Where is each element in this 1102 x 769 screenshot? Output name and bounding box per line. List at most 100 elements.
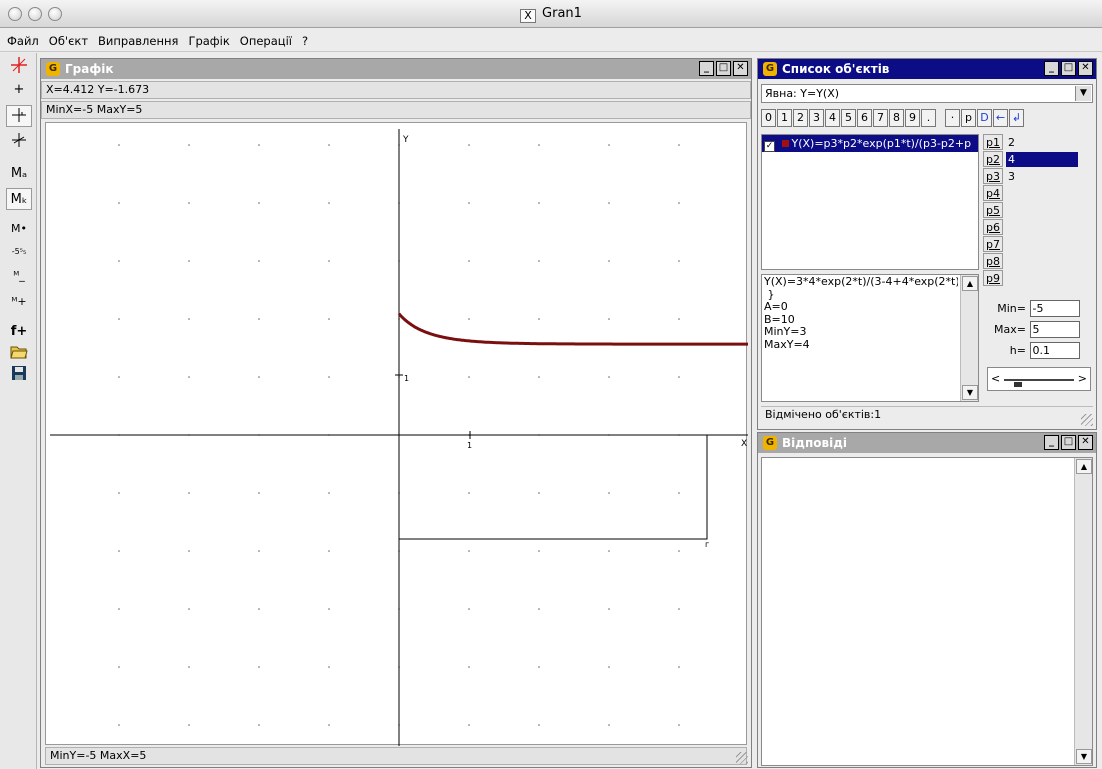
function-details[interactable]: Y(X)=3*4*exp(2*t)/(3-4+4*exp(2*t) } A=0 B=… — [761, 274, 979, 402]
axis-point-tool[interactable] — [6, 105, 32, 127]
chevron-down-icon[interactable]: ▼ — [1075, 86, 1091, 101]
slider-thumb[interactable] — [1014, 382, 1022, 387]
param-button-p9[interactable]: p9 — [983, 270, 1003, 286]
param-button-p7[interactable]: p7 — [983, 236, 1003, 252]
param-row-p2[interactable]: p2 4 — [983, 151, 1093, 168]
grid-dot — [608, 376, 610, 378]
open-file-button[interactable] — [6, 343, 32, 365]
save-file-button[interactable] — [6, 365, 32, 387]
key-dot[interactable]: . — [921, 109, 936, 127]
grid-dot — [678, 376, 680, 378]
param-button-p3[interactable]: p3 — [983, 168, 1003, 184]
key-8[interactable]: 8 — [889, 109, 904, 127]
crosshair-tool[interactable]: + — [6, 79, 32, 101]
draw-axes-tool[interactable] — [6, 55, 32, 77]
key-6[interactable]: 6 — [857, 109, 872, 127]
param-value-p1[interactable]: 2 — [1006, 135, 1017, 150]
key-2[interactable]: 2 — [793, 109, 808, 127]
param-row-p6[interactable]: p6 — [983, 219, 1093, 236]
mark-k-tool[interactable]: Mₖ — [6, 188, 32, 210]
details-scrollbar[interactable]: ▲ ▼ — [960, 275, 978, 401]
resize-grip[interactable] — [1081, 414, 1093, 426]
scroll-down-icon[interactable]: ▼ — [1076, 749, 1092, 764]
details-line: MaxY=4 — [764, 337, 810, 351]
menu-edit[interactable]: Виправлення — [93, 30, 183, 52]
function-plot[interactable]: X Y 1 1 г — [46, 123, 749, 746]
menu-help[interactable]: ? — [297, 30, 313, 52]
menu-file[interactable]: Файл — [2, 30, 44, 52]
key-p[interactable]: p — [961, 109, 976, 127]
menu-operations[interactable]: Операції — [235, 30, 297, 52]
slider-left-icon[interactable]: < — [991, 372, 1000, 385]
grid-dot — [678, 492, 680, 494]
key-7[interactable]: 7 — [873, 109, 888, 127]
menu-object[interactable]: Об'єкт — [44, 30, 93, 52]
max-input[interactable] — [1029, 321, 1080, 338]
param-row-p4[interactable]: p4 — [983, 185, 1093, 202]
mark-a-tool[interactable]: Mₐ — [6, 163, 32, 185]
maximize-icon[interactable]: □ — [1061, 435, 1076, 450]
enter-key[interactable]: ↲ — [1009, 109, 1024, 127]
grid-dot — [468, 550, 470, 552]
grid-dot — [188, 492, 190, 494]
scroll-up-icon[interactable]: ▲ — [962, 276, 978, 291]
param-value-p2[interactable]: 4 — [1006, 152, 1078, 167]
mark-minus-tool[interactable]: ᴹ_ — [6, 265, 32, 287]
param-row-p1[interactable]: p1 2 — [983, 134, 1093, 151]
grid-dot — [118, 318, 120, 320]
answers-scrollbar[interactable]: ▲ ▼ — [1074, 458, 1092, 765]
checkbox-checked-icon[interactable]: ✓ — [764, 141, 775, 152]
resize-grip[interactable] — [736, 752, 748, 764]
minimize-icon[interactable]: _ — [1044, 61, 1059, 76]
close-icon[interactable]: ✕ — [1078, 435, 1093, 450]
maximize-icon[interactable]: □ — [716, 61, 731, 76]
min-input[interactable] — [1029, 300, 1080, 317]
graph-canvas[interactable]: X Y 1 1 г — [45, 122, 749, 746]
function-list[interactable]: ✓ Y(X)=p3*p2*exp(p1*t)/(p3-p2+p — [761, 134, 979, 270]
param-button-p8[interactable]: p8 — [983, 253, 1003, 269]
param-button-p6[interactable]: p6 — [983, 219, 1003, 235]
key-derivative[interactable]: D — [977, 109, 992, 127]
param-row-p5[interactable]: p5 — [983, 202, 1093, 219]
scroll-up-icon[interactable]: ▲ — [1076, 459, 1092, 474]
param-button-p4[interactable]: p4 — [983, 185, 1003, 201]
answers-text-area[interactable]: ▲ ▼ — [761, 457, 1093, 766]
key-9[interactable]: 9 — [905, 109, 920, 127]
close-icon[interactable]: ✕ — [1078, 61, 1093, 76]
param-row-p7[interactable]: p7 — [983, 236, 1093, 253]
step-input[interactable] — [1029, 342, 1080, 359]
slanted-cross-tool[interactable] — [6, 131, 32, 153]
mark-point-tool[interactable]: M• — [6, 218, 32, 240]
param-button-p2[interactable]: p2 — [983, 151, 1003, 167]
scale-tool[interactable]: -5⁵₅ — [6, 241, 32, 263]
step-slider[interactable]: < > — [987, 367, 1091, 391]
param-row-p9[interactable]: p9 — [983, 270, 1093, 287]
key-multiply[interactable]: · — [945, 109, 960, 127]
param-row-p3[interactable]: p3 3 — [983, 168, 1093, 185]
minimize-icon[interactable]: _ — [699, 61, 714, 76]
scroll-down-icon[interactable]: ▼ — [962, 385, 978, 400]
key-0[interactable]: 0 — [761, 109, 776, 127]
grid-dot — [328, 202, 330, 204]
key-3[interactable]: 3 — [809, 109, 824, 127]
param-row-p8[interactable]: p8 — [983, 253, 1093, 270]
mark-plus-tool[interactable]: ᴹ+ — [6, 291, 32, 313]
key-1[interactable]: 1 — [777, 109, 792, 127]
grid-dot — [188, 550, 190, 552]
grid-dot — [678, 318, 680, 320]
list-item[interactable]: ✓ Y(X)=p3*p2*exp(p1*t)/(p3-p2+p — [762, 135, 978, 152]
param-button-p1[interactable]: p1 — [983, 134, 1003, 150]
key-5[interactable]: 5 — [841, 109, 856, 127]
maximize-icon[interactable]: □ — [1061, 61, 1076, 76]
curve-color-swatch — [781, 140, 789, 147]
backspace-key[interactable]: ← — [993, 109, 1008, 127]
param-value-p3[interactable]: 3 — [1006, 169, 1017, 184]
key-4[interactable]: 4 — [825, 109, 840, 127]
minimize-icon[interactable]: _ — [1044, 435, 1059, 450]
close-icon[interactable]: ✕ — [733, 61, 748, 76]
param-button-p5[interactable]: p5 — [983, 202, 1003, 218]
menu-graph[interactable]: Графік — [183, 30, 234, 52]
slider-right-icon[interactable]: > — [1078, 372, 1087, 385]
function-type-select[interactable]: Явна: Y=Y(X) ▼ — [761, 84, 1093, 103]
add-function-tool[interactable]: f+ — [6, 321, 32, 343]
